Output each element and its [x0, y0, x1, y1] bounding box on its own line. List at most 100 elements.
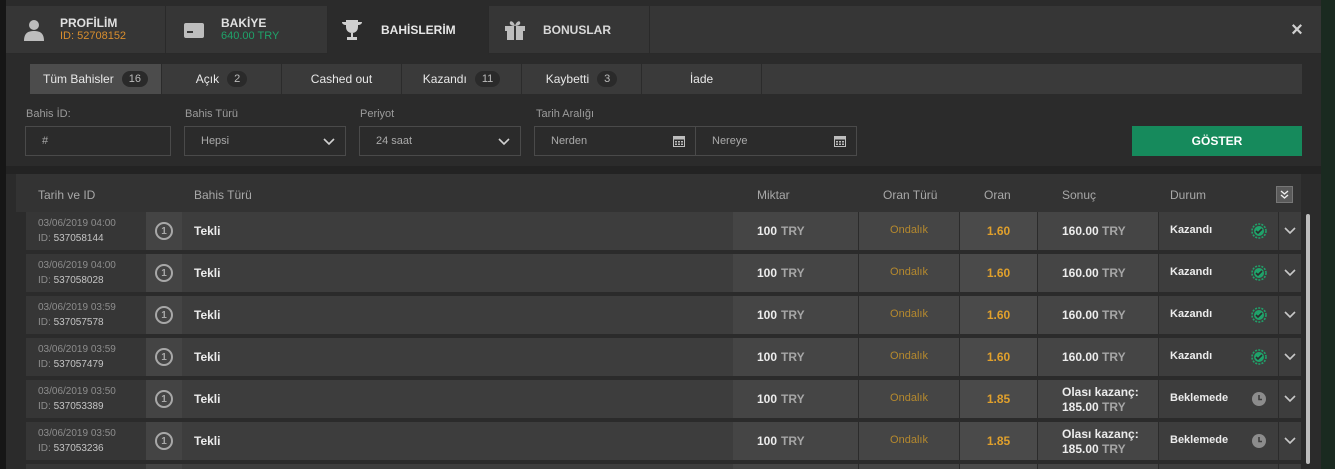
cell-bet-type	[182, 464, 733, 469]
clock-icon	[1252, 434, 1266, 448]
account-header: PROFİLİM ID: 52708152 BAKİYE 640.00 TRY …	[6, 6, 1321, 55]
expand-row-button[interactable]	[1279, 296, 1301, 334]
cell-selection-count: 1	[146, 296, 182, 334]
chevron-down-icon	[1284, 269, 1296, 277]
tab-bonuses[interactable]: BONUSLAR	[489, 6, 650, 54]
cell-odds: 1.60	[960, 338, 1037, 376]
cell-result: 160.00 TRY	[1038, 212, 1158, 250]
amount-currency: TRY	[781, 350, 805, 364]
subtab-label: Kazandı	[422, 72, 467, 86]
expand-row-button[interactable]	[1279, 380, 1301, 418]
odds-type-text: Ondalık	[890, 308, 928, 320]
cell-odds-type: Ondalık	[859, 212, 959, 250]
table-row[interactable]: 03/06/2019 03:59 ID: 537057479 1 Tekli 1…	[16, 338, 1301, 376]
bet-date: 03/06/2019 03:50	[38, 428, 116, 439]
gift-icon	[505, 21, 525, 40]
cell-odds: 1.60	[960, 296, 1037, 334]
bet-id-label: Bahis İD:	[26, 108, 71, 120]
result-value: 185.00 TRY	[1062, 400, 1126, 414]
scrollbar-thumb[interactable]	[1306, 214, 1310, 464]
subtab-cashed-out[interactable]: Cashed out	[282, 64, 402, 94]
odds-type-text: Ondalık	[890, 392, 928, 404]
bet-date: 03/06/2019 03:59	[38, 302, 116, 313]
tab-profile[interactable]: PROFİLİM ID: 52708152	[6, 6, 166, 54]
result-number: 185.00	[1062, 442, 1099, 456]
bet-date: 03/06/2019 03:59	[38, 344, 116, 355]
table-row[interactable]: 03/06/2019 03:50 ID: 537053236 1 Tekli 1…	[16, 422, 1301, 460]
chevron-down-icon	[498, 138, 510, 146]
subtab-count: 16	[121, 71, 148, 87]
table-row[interactable]: 03/06/2019 03:59 ID: 537057578 1 Tekli 1…	[16, 296, 1301, 334]
subtab-open[interactable]: Açık 2	[162, 64, 282, 94]
amount-value: 100 TRY	[757, 266, 805, 280]
subtab-lost[interactable]: Kaybetti 3	[522, 64, 642, 94]
my-bets-modal: PROFİLİM ID: 52708152 BAKİYE 640.00 TRY …	[6, 0, 1321, 469]
selection-count-badge: 1	[155, 222, 173, 240]
result-number: 160.00	[1062, 350, 1099, 364]
tab-my-bets[interactable]: BAHİSLERİM	[328, 6, 489, 55]
bet-id-placeholder: #	[42, 135, 49, 147]
period-select[interactable]: 24 saat	[359, 126, 521, 156]
table-row[interactable]: 03/06/2019 04:00 ID: 537058028 1 Tekli 1…	[16, 254, 1301, 292]
expand-row-button[interactable]	[1279, 338, 1301, 376]
status-text: Beklemede	[1170, 434, 1229, 446]
table-row[interactable]: 03/06/2019 03:50 ID: 537053389 1 Tekli 1…	[16, 380, 1301, 418]
cell-selection-count	[146, 464, 182, 469]
cell-date-id: 03/06/2019 03:50 ID: 537053389	[26, 380, 146, 418]
tab-profile-title: PROFİLİM	[60, 16, 118, 30]
bet-id: ID: 537058144	[38, 233, 104, 244]
date-from-input[interactable]: Nerden	[534, 126, 696, 156]
tab-balance[interactable]: BAKİYE 640.00 TRY	[166, 6, 328, 54]
odds-value: 1.60	[986, 350, 1011, 364]
chevron-down-icon	[1284, 227, 1296, 235]
table-row[interactable]: 03/06/2019 04:00 ID: 537058144 1 Tekli 1…	[16, 212, 1301, 250]
bet-filter-tabs: Tüm Bahisler 16 Açık 2 Cashed out Kazand…	[30, 64, 1302, 94]
cell-result: Olası kazanç: 185.00 TRY	[1038, 422, 1158, 460]
bet-id-value: 537053389	[53, 401, 104, 412]
cell-date-id: 03/06/2019 03:59 ID: 537057479	[26, 338, 146, 376]
subtab-won[interactable]: Kazandı 11	[402, 64, 522, 94]
status-text: Kazandı	[1170, 224, 1213, 236]
amount-value: 100 TRY	[757, 224, 805, 238]
amount-number: 100	[757, 350, 778, 364]
bet-id-value: 537058028	[53, 275, 104, 286]
subtab-all-bets[interactable]: Tüm Bahisler 16	[30, 64, 162, 94]
cell-selection-count: 1	[146, 422, 182, 460]
expand-row-button[interactable]	[1279, 254, 1301, 292]
amount-number: 100	[757, 392, 778, 406]
cell-date-id: 03/06/2019 04:00 ID: 537058028	[26, 254, 146, 292]
col-result: Sonuç	[1062, 188, 1097, 202]
expand-row-button[interactable]	[1279, 212, 1301, 250]
calendar-icon	[673, 136, 685, 147]
subtab-refund[interactable]: İade	[642, 64, 762, 94]
cell-result: 160.00 TRY	[1038, 254, 1158, 292]
bet-type-text: Tekli	[194, 308, 221, 322]
amount-number: 100	[757, 266, 778, 280]
result-number: 160.00	[1062, 224, 1099, 238]
col-odds-type: Oran Türü	[883, 188, 938, 202]
subtab-count: 11	[474, 71, 501, 87]
selection-count-badge: 1	[155, 348, 173, 366]
bet-date: 03/06/2019 03:50	[38, 386, 116, 397]
cell-odds: 1.60	[960, 254, 1037, 292]
table-header: Tarih ve ID Bahis Türü Miktar Oran Türü …	[16, 174, 1301, 212]
bet-date: 03/06/2019 04:00	[38, 260, 116, 271]
cell-date-id	[26, 464, 146, 469]
show-button[interactable]: GÖSTER	[1132, 126, 1302, 156]
subtab-label: Cashed out	[310, 72, 373, 86]
status-text: Kazandı	[1170, 308, 1213, 320]
cell-result: Olası kazanç: 185.00 TRY	[1038, 380, 1158, 418]
cell-amount: 100 TRY	[733, 212, 858, 250]
date-range-label: Tarih Aralığı	[536, 108, 595, 120]
bet-type-select[interactable]: Hepsi	[184, 126, 346, 156]
expand-all-button[interactable]	[1276, 186, 1293, 203]
chevron-down-icon	[323, 138, 335, 146]
expand-row-button[interactable]	[1279, 422, 1301, 460]
close-button[interactable]: ×	[1287, 20, 1307, 40]
col-status: Durum	[1170, 188, 1207, 202]
cell-odds-type: Ondalık	[859, 338, 959, 376]
bet-id-input[interactable]: #	[25, 126, 171, 156]
date-to-input[interactable]: Nereye	[695, 126, 857, 156]
won-check-icon	[1251, 265, 1267, 281]
cell-status: Beklemede	[1159, 422, 1278, 460]
